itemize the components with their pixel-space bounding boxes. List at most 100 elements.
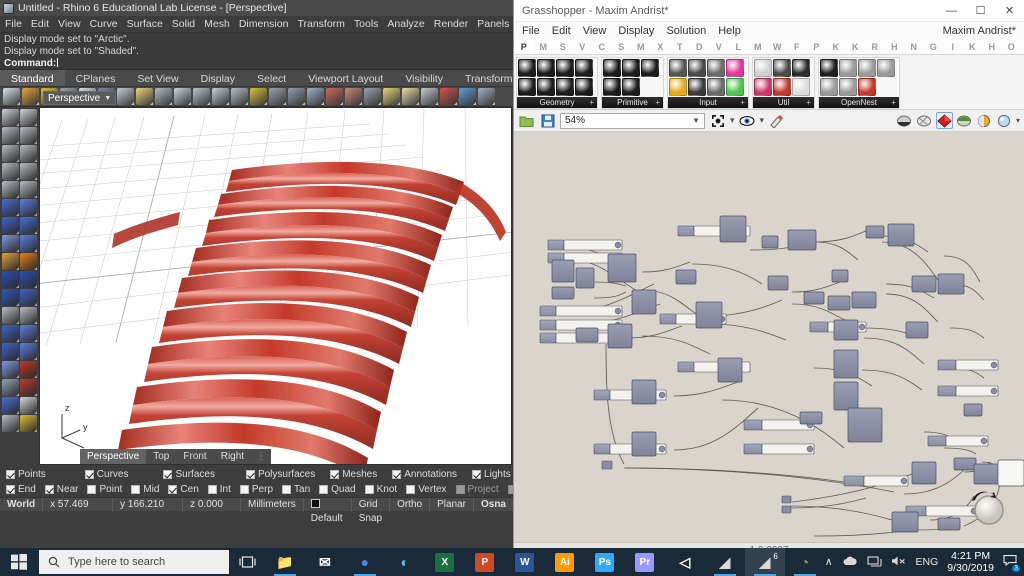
taskbar-clock[interactable]: 4:21 PM 9/30/2019	[947, 550, 994, 574]
curve-icon[interactable]	[537, 78, 555, 96]
viewport-tab-overflow[interactable]: ⋮	[251, 449, 271, 464]
trim-icon[interactable]	[20, 271, 37, 288]
ellipse-icon[interactable]	[556, 59, 574, 77]
gh-category-tab-11[interactable]: L	[729, 40, 749, 54]
block-icon[interactable]	[2, 361, 19, 378]
rhino-tab-standard[interactable]: Standard	[0, 70, 65, 86]
arrow-right-icon[interactable]	[792, 59, 810, 77]
gh-category-tab-0[interactable]: P	[514, 40, 534, 54]
ellipse-icon[interactable]	[20, 145, 37, 162]
taskbar-app-adobe-photoshop[interactable]: Ps	[585, 548, 625, 576]
viewport-tab-right[interactable]: Right	[214, 449, 251, 464]
bake-icon[interactable]	[768, 112, 785, 129]
sheet-icon[interactable]	[858, 59, 876, 77]
gh-category-tab-10[interactable]: V	[709, 40, 729, 54]
status-cplane[interactable]: World	[0, 498, 43, 512]
image-icon[interactable]	[773, 59, 791, 77]
draw-icons-icon[interactable]	[956, 112, 973, 129]
rhino-menu-surface[interactable]: Surface	[127, 18, 163, 30]
number-icon[interactable]	[622, 59, 640, 77]
surface-sweep-icon[interactable]	[20, 199, 37, 216]
array-icon[interactable]	[2, 289, 19, 306]
gh-category-tab-21[interactable]: G	[924, 40, 944, 54]
dropdown-dot-3[interactable]: ▾	[1016, 116, 1020, 125]
list-icon[interactable]	[707, 78, 725, 96]
viewport-layout-icon[interactable]	[307, 88, 324, 105]
tray-chevron-icon[interactable]: ∧	[825, 556, 833, 568]
check-icon[interactable]	[20, 397, 37, 414]
copy-icon[interactable]	[117, 88, 134, 105]
close-button[interactable]: ✕	[995, 0, 1024, 22]
rhino-command-area[interactable]: Display mode set to "Arctic". Display mo…	[0, 32, 513, 70]
gh-category-tab-18[interactable]: R	[865, 40, 885, 54]
layer-tools-icon[interactable]	[2, 397, 19, 414]
tag-icon[interactable]	[839, 59, 857, 77]
wireframe-preview-icon[interactable]	[916, 112, 933, 129]
integer-icon[interactable]	[603, 78, 621, 96]
navigation-sphere-icon[interactable]	[966, 486, 1008, 528]
rhino-perspective-viewport[interactable]: z y x Perspective Top Front Right ⋮	[39, 107, 512, 465]
taskbar-app-adobe-premiere[interactable]: Pr	[625, 548, 665, 576]
gh-category-tab-19[interactable]: H	[885, 40, 905, 54]
polygon-icon[interactable]	[575, 59, 593, 77]
gradient-icon[interactable]	[726, 59, 744, 77]
sphere-icon[interactable]	[688, 78, 706, 96]
minimize-button[interactable]: —	[937, 0, 966, 22]
taskbar-app-unity[interactable]: ◁	[665, 548, 705, 576]
rotate-view-icon[interactable]	[193, 88, 210, 105]
ribbon-group-expand-icon[interactable]: +	[589, 98, 594, 107]
pen-icon[interactable]	[556, 78, 574, 96]
gh-category-tab-15[interactable]: P	[807, 40, 827, 54]
gh-category-tab-14[interactable]: F	[787, 40, 807, 54]
status-ortho[interactable]: Ortho	[390, 498, 430, 512]
osnap-vertex[interactable]: Vertex	[406, 484, 446, 495]
slider-icon[interactable]	[707, 59, 725, 77]
zoom-icon[interactable]	[212, 88, 229, 105]
gh-menu-display[interactable]: Display	[618, 25, 654, 37]
text-icon[interactable]	[622, 78, 640, 96]
ribbon-group-expand-icon[interactable]: +	[891, 98, 896, 107]
point-icon[interactable]	[518, 59, 536, 77]
file-import-icon[interactable]	[669, 59, 687, 77]
gh-category-tab-16[interactable]: K	[826, 40, 846, 54]
filter-surfaces[interactable]: Surfaces	[163, 469, 214, 480]
filter-meshes[interactable]: Meshes	[330, 469, 377, 480]
polyline-icon[interactable]	[2, 127, 19, 144]
windows-start-icon[interactable]	[0, 548, 39, 576]
taskbar-app-grasshopper[interactable]: ◔	[785, 548, 825, 576]
osnap-cen[interactable]: Cen	[168, 484, 198, 495]
dropdown-dot[interactable]: ▾	[730, 115, 735, 126]
render-mesh-icon[interactable]	[2, 415, 19, 432]
gh-category-tab-7[interactable]: X	[651, 40, 671, 54]
gh-category-tab-5[interactable]: S	[612, 40, 632, 54]
light-icon[interactable]	[383, 88, 400, 105]
rail-revolve-icon[interactable]	[20, 307, 37, 324]
tray-language[interactable]: ENG	[916, 556, 939, 568]
filter-points[interactable]: Points	[6, 469, 46, 480]
viewport-tab-top[interactable]: Top	[146, 449, 176, 464]
osnap-near[interactable]: Near	[45, 484, 79, 495]
preview-off-icon[interactable]	[936, 112, 953, 129]
status-units[interactable]: Millimeters	[241, 498, 304, 512]
parallelogram-icon[interactable]	[820, 78, 838, 96]
mesh-icon[interactable]	[2, 343, 19, 360]
rhino-menu-analyze[interactable]: Analyze	[387, 18, 424, 30]
chevron-down-icon[interactable]: ▼	[104, 95, 111, 102]
ribbon-group-expand-icon[interactable]: +	[740, 98, 745, 107]
gh-category-tab-23[interactable]: K	[963, 40, 983, 54]
array-polar-icon[interactable]	[20, 289, 37, 306]
rhino-menu-view[interactable]: View	[58, 18, 81, 30]
taskbar-app-rhinoceros-6[interactable]: ◢6	[745, 548, 785, 576]
mesh-tools-icon[interactable]	[20, 343, 37, 360]
osnap-point[interactable]: Point	[87, 484, 122, 495]
rhino-menu-curve[interactable]: Curve	[90, 18, 118, 30]
gh-menu-file[interactable]: File	[522, 25, 540, 37]
select-points-icon[interactable]	[20, 109, 37, 126]
gh-category-tab-13[interactable]: W	[768, 40, 788, 54]
taskbar-app-rhinoceros[interactable]: ◢	[705, 548, 745, 576]
gradient-icon[interactable]	[20, 415, 37, 432]
circle-icon[interactable]	[537, 59, 555, 77]
transparency-icon[interactable]	[996, 112, 1013, 129]
line-icon[interactable]	[518, 78, 536, 96]
viewport-title-tab[interactable]: Perspective ▼	[43, 91, 116, 105]
